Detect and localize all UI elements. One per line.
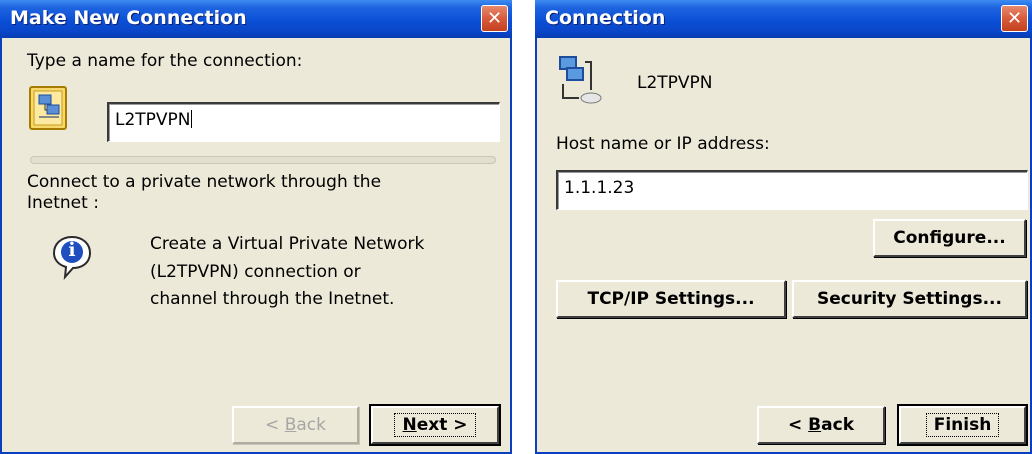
window-title: Connection <box>545 7 666 29</box>
next-button-label: Next > <box>394 413 476 437</box>
connection-folder-icon <box>29 85 69 131</box>
connection-window: Connection ✕ L2TPVPN Host name or IP add… <box>535 0 1032 454</box>
info-line-1: Create a Virtual Private Network <box>150 234 425 254</box>
host-label: Host name or IP address: <box>556 134 770 154</box>
info-icon: i <box>51 234 93 280</box>
info-line-3: channel through the Inetnet. <box>150 289 395 309</box>
close-button[interactable]: ✕ <box>481 5 508 32</box>
connection-name-value: L2TPVPN <box>115 110 191 130</box>
finish-button[interactable]: Finish <box>897 404 1028 446</box>
text-caret <box>190 110 192 128</box>
tcpip-settings-button[interactable]: TCP/IP Settings... <box>556 280 786 318</box>
host-address-input[interactable]: 1.1.1.23 <box>556 170 1028 210</box>
connection-name-label: L2TPVPN <box>637 73 713 93</box>
host-address-value: 1.1.1.23 <box>564 178 635 198</box>
back-button[interactable]: < Back <box>757 406 885 444</box>
close-button[interactable]: ✕ <box>1001 5 1028 32</box>
security-settings-button[interactable]: Security Settings... <box>792 280 1027 318</box>
description-line-1: Connect to a private network through the <box>27 172 382 192</box>
info-line-2: (L2TPVPN) connection or <box>150 262 361 282</box>
configure-button-label: Configure... <box>893 228 1006 248</box>
finish-button-label: Finish <box>925 413 1000 437</box>
close-icon: ✕ <box>486 8 503 29</box>
tcpip-settings-button-label: TCP/IP Settings... <box>587 289 755 309</box>
title-bar[interactable]: Make New Connection ✕ <box>0 0 512 38</box>
description-line-2: Inetnet : <box>27 193 99 213</box>
configure-button[interactable]: Configure... <box>873 219 1026 257</box>
next-button[interactable]: Next > <box>369 404 501 446</box>
close-icon: ✕ <box>1006 8 1023 29</box>
connection-name-input[interactable]: L2TPVPN <box>107 102 500 142</box>
make-new-connection-window: Make New Connection ✕ Type a name for th… <box>0 0 512 454</box>
separator <box>30 156 496 164</box>
name-prompt-label: Type a name for the connection: <box>27 51 303 71</box>
title-bar[interactable]: Connection ✕ <box>535 0 1032 38</box>
back-button[interactable]: < Back <box>232 406 359 444</box>
security-settings-button-label: Security Settings... <box>817 289 1002 309</box>
window-title: Make New Connection <box>10 7 247 29</box>
back-button-label: < Back <box>788 415 854 435</box>
network-computer-icon <box>557 54 605 106</box>
info-glyph: i <box>68 239 76 261</box>
back-button-label: < Back <box>265 415 326 435</box>
